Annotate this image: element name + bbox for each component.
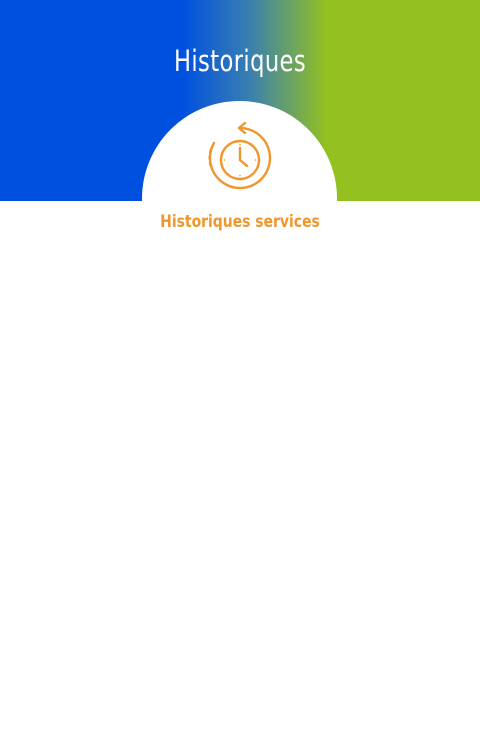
history-clock-icon [208,122,272,190]
service-label: Historiques services [160,212,320,232]
app-screen: Historiques Historiques services [0,0,480,732]
page-title: Historiques [173,44,307,78]
